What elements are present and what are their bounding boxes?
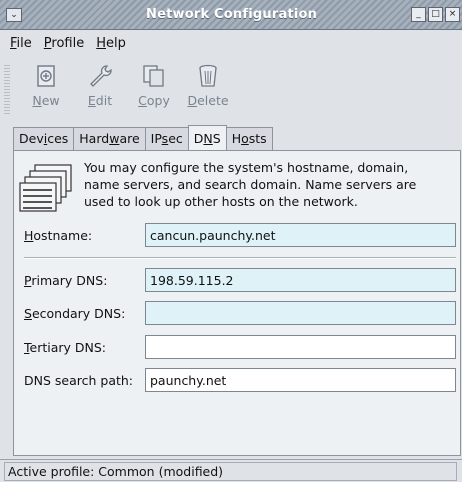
toolbar-grip[interactable] <box>4 65 10 115</box>
dns-description-line3: used to look up other hosts on the netwo… <box>84 194 358 209</box>
trash-icon <box>199 64 217 87</box>
tab-ipsec[interactable]: IPsec <box>144 127 189 150</box>
minimize-button[interactable]: _ <box>411 7 426 22</box>
primary-dns-field[interactable] <box>145 268 456 292</box>
dns-description-line2: name servers, and search domain. Name se… <box>84 177 417 192</box>
menu-help-label: elp <box>106 35 126 51</box>
delete-label: Delete <box>187 93 229 108</box>
primary-dns-label: Primary DNS: <box>24 273 108 288</box>
status-frame: Active profile: Common (modified) <box>4 462 457 481</box>
search-path-label: DNS search path: <box>24 373 134 388</box>
dns-description-line1: You may configure the system's hostname,… <box>84 160 409 175</box>
status-bar: Active profile: Common (modified) <box>0 459 462 482</box>
tab-hardware[interactable]: Hardware <box>73 127 146 150</box>
new-icon <box>37 65 55 87</box>
title-bar: ⌄ Network Configuration _ □ × <box>0 0 462 30</box>
dns-cards-icon <box>19 164 72 212</box>
window-title: Network Configuration <box>146 7 318 22</box>
tab-dns[interactable]: DNS <box>187 125 227 150</box>
tertiary-dns-label: Tertiary DNS: <box>24 340 107 355</box>
secondary-dns-label: Secondary DNS: <box>24 306 126 321</box>
window-menu-button[interactable]: ⌄ <box>6 8 22 22</box>
maximize-button[interactable]: □ <box>428 7 443 22</box>
copy-icon <box>143 65 164 87</box>
copy-label: Copy <box>138 93 170 108</box>
delete-button[interactable]: Delete <box>182 63 234 117</box>
menu-profile[interactable]: Profile <box>38 33 90 54</box>
status-text: Active profile: Common (modified) <box>8 464 224 479</box>
tab-hosts[interactable]: Hosts <box>225 127 273 150</box>
separator <box>24 257 456 259</box>
edit-label: Edit <box>87 93 113 108</box>
new-button[interactable]: New <box>20 63 72 117</box>
copy-button[interactable]: Copy <box>128 63 180 117</box>
menu-file-label: ile <box>16 35 32 51</box>
close-button[interactable]: × <box>445 7 460 22</box>
toolbar: New Edit Copy Delete <box>0 57 462 123</box>
new-label: New <box>32 93 60 108</box>
menu-file[interactable]: File <box>4 33 38 54</box>
menu-help[interactable]: Help <box>90 33 132 54</box>
menu-help-mnemonic: H <box>96 35 106 51</box>
wrench-icon <box>90 65 112 87</box>
hostname-field[interactable] <box>145 223 456 247</box>
secondary-dns-field[interactable] <box>145 301 456 325</box>
edit-button[interactable]: Edit <box>74 63 126 117</box>
menu-bar: File Profile Help <box>0 30 462 56</box>
dns-description: You may configure the system's hostname,… <box>84 159 458 210</box>
window-controls: _ □ × <box>411 7 460 22</box>
hostname-label: Hostname: <box>24 228 93 243</box>
tab-strip: Devices Hardware IPsec DNS Hosts <box>13 125 273 151</box>
search-path-field[interactable] <box>145 368 456 392</box>
tertiary-dns-field[interactable] <box>145 335 456 359</box>
dns-panel: You may configure the system's hostname,… <box>13 150 461 456</box>
menu-profile-label: rofile <box>51 35 85 51</box>
tab-devices[interactable]: Devices <box>13 127 75 150</box>
